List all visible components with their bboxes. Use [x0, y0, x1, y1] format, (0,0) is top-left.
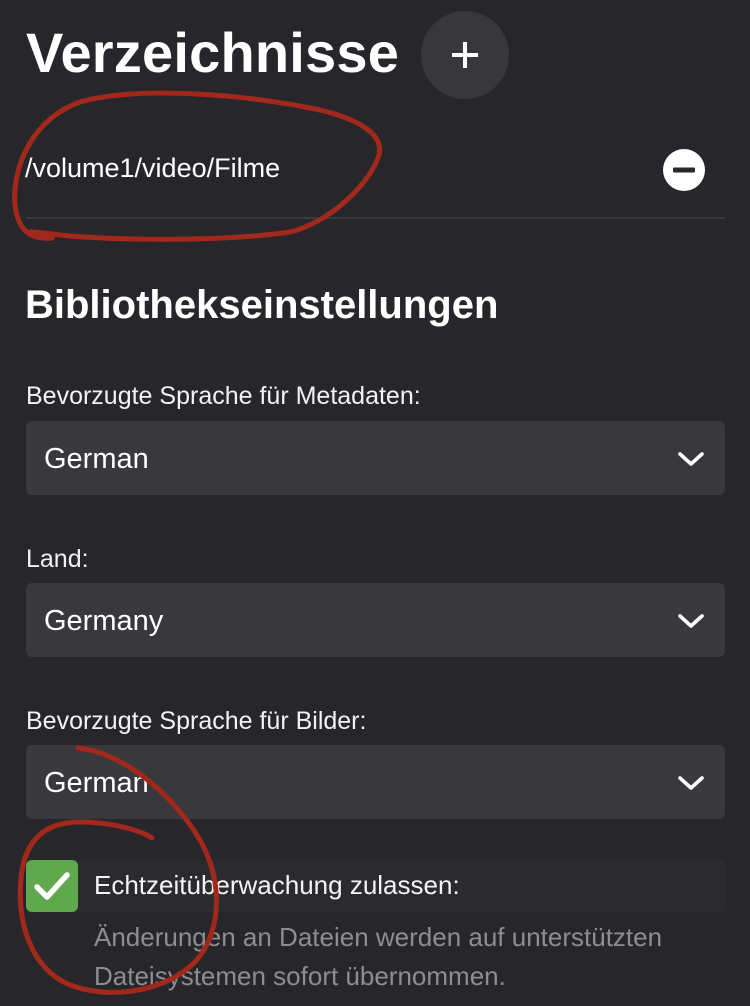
- country-label: Land:: [26, 545, 89, 573]
- folder-path: /volume1/video/Filme: [25, 153, 281, 183]
- realtime-monitoring-description: Änderungen an Dateien werden auf unterst…: [94, 922, 663, 991]
- chevron-down-icon: [678, 614, 704, 628]
- metadata-language-select[interactable]: German: [26, 421, 725, 495]
- remove-folder-button[interactable]: [663, 149, 705, 191]
- checkmark-icon: [34, 872, 70, 900]
- country-value: Germany: [44, 605, 164, 637]
- metadata-language-value: German: [44, 443, 149, 475]
- image-language-value: German: [44, 767, 149, 799]
- add-folder-button[interactable]: [421, 11, 509, 99]
- section-heading: Bibliothekseinstellungen: [25, 283, 499, 327]
- chevron-down-icon: [678, 776, 704, 790]
- image-language-label: Bevorzugte Sprache für Bilder:: [26, 707, 367, 735]
- country-select[interactable]: Germany: [26, 583, 725, 657]
- page: Verzeichnisse /volume1/video/Filme Bibli…: [0, 0, 750, 1006]
- plus-icon: [452, 42, 478, 68]
- realtime-monitoring-checkbox[interactable]: [26, 860, 78, 912]
- chevron-down-icon: [678, 452, 704, 466]
- realtime-monitoring-label: Echtzeitüberwachung zulassen:: [94, 870, 460, 900]
- realtime-monitoring-row: Echtzeitüberwachung zulassen:: [26, 860, 725, 912]
- divider: [26, 217, 725, 219]
- image-language-select[interactable]: German: [26, 745, 725, 819]
- minus-circle-icon: [663, 149, 705, 191]
- metadata-language-label: Bevorzugte Sprache für Metadaten:: [26, 382, 421, 410]
- page-title: Verzeichnisse: [26, 21, 400, 84]
